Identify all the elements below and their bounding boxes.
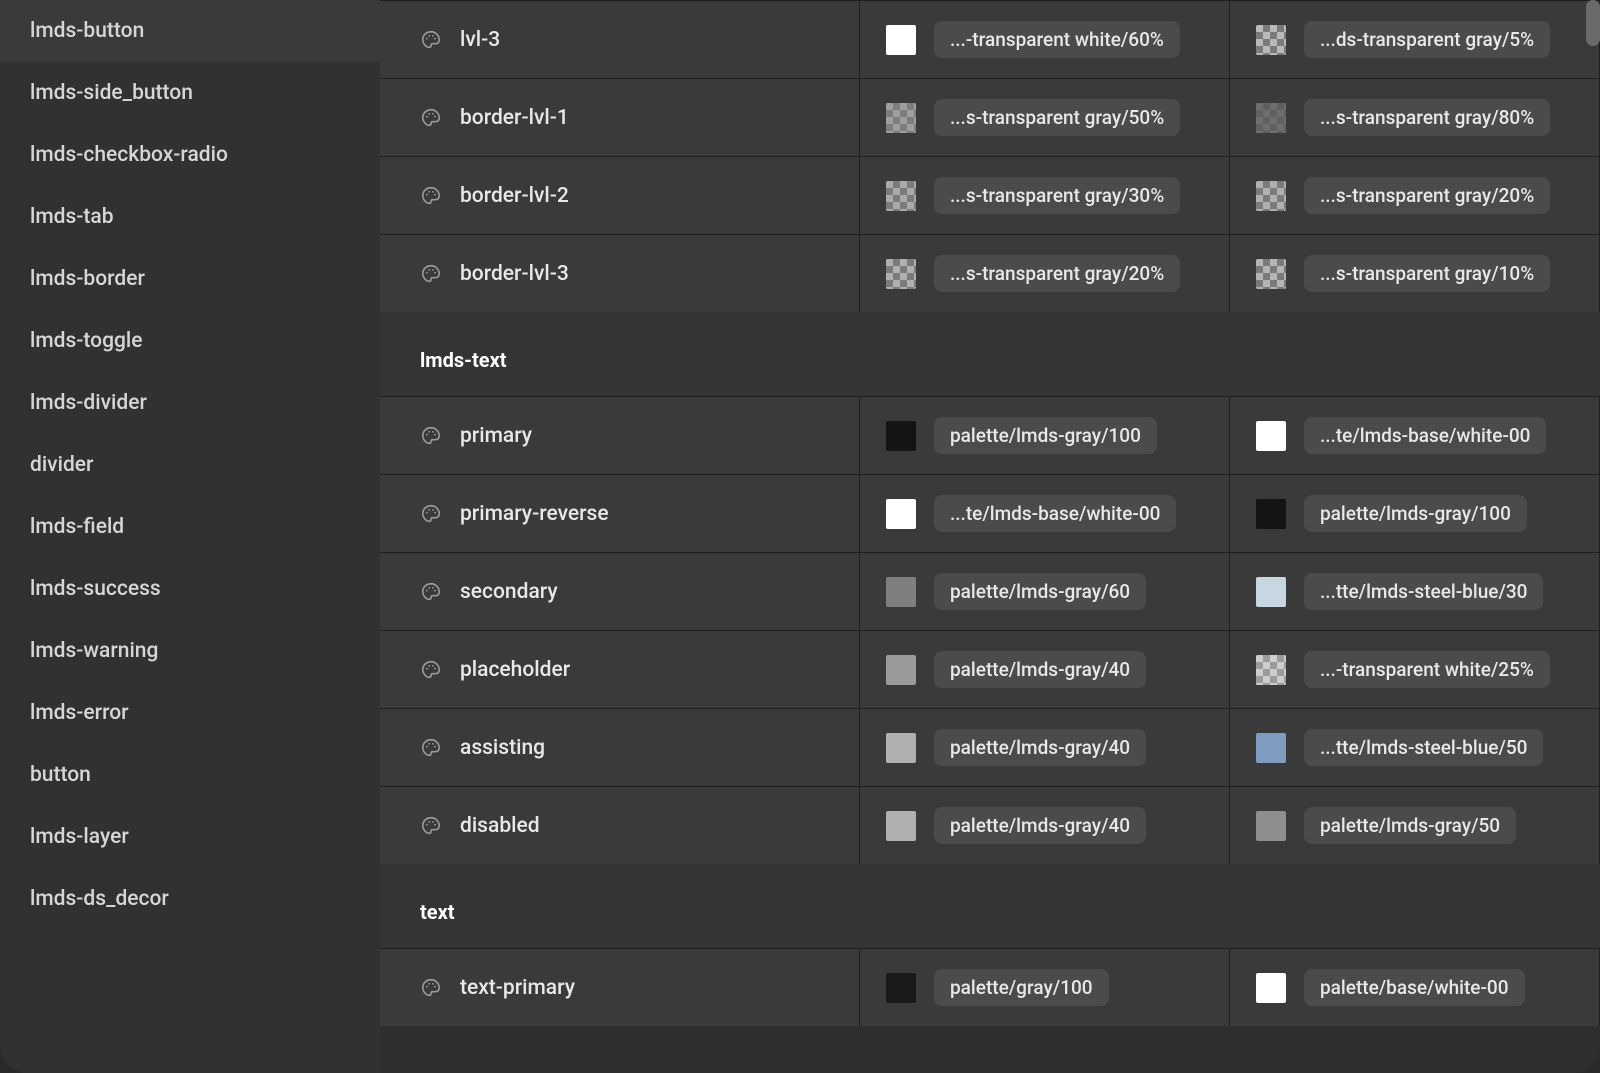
token-name: assisting — [460, 736, 545, 760]
token-name: placeholder — [460, 658, 570, 682]
palette-icon — [420, 263, 442, 285]
color-swatch — [886, 499, 916, 529]
token-row[interactable]: border-lvl-2 ...s-transparent gray/30%...… — [380, 156, 1600, 234]
color-chip[interactable]: palette/lmds-gray/50 — [1304, 807, 1516, 844]
token-row[interactable]: secondary palette/lmds-gray/60 ...tte/lmds… — [380, 552, 1600, 630]
color-chip[interactable]: palette/lmds-gray/40 — [934, 729, 1146, 766]
color-chip[interactable]: ...tte/lmds-steel-blue/50 — [1304, 729, 1543, 766]
color-swatch — [886, 421, 916, 451]
color-swatch — [1256, 577, 1286, 607]
palette-icon — [420, 29, 442, 51]
color-chip[interactable]: palette/lmds-gray/60 — [934, 573, 1146, 610]
palette-icon — [420, 503, 442, 525]
color-swatch — [1256, 733, 1286, 763]
palette-icon — [420, 581, 442, 603]
sidebar-item-lmds-tab[interactable]: lmds-tab — [0, 186, 380, 248]
color-swatch — [1256, 811, 1286, 841]
color-chip[interactable]: ...s-transparent gray/80% — [1304, 99, 1550, 136]
sidebar-item-lmds-success[interactable]: lmds-success — [0, 558, 380, 620]
sidebar-item-lmds-error[interactable]: lmds-error — [0, 682, 380, 744]
color-swatch — [886, 577, 916, 607]
sidebar-item-lmds-layer[interactable]: lmds-layer — [0, 806, 380, 868]
color-swatch — [886, 811, 916, 841]
color-chip[interactable]: palette/lmds-gray/100 — [934, 417, 1157, 454]
color-chip[interactable]: palette/lmds-gray/100 — [1304, 495, 1527, 532]
palette-icon — [420, 185, 442, 207]
token-row[interactable]: text-primary palette/gray/100 palette/base… — [380, 948, 1600, 1026]
color-chip[interactable]: ...s-transparent gray/30% — [934, 177, 1180, 214]
token-row[interactable]: border-lvl-1 ...s-transparent gray/50%...… — [380, 78, 1600, 156]
token-name: disabled — [460, 814, 540, 838]
sidebar-item-lmds-divider[interactable]: lmds-divider — [0, 372, 380, 434]
palette-icon — [420, 977, 442, 999]
color-swatch — [1256, 655, 1286, 685]
token-row[interactable]: placeholder palette/lmds-gray/40 ...-trans… — [380, 630, 1600, 708]
color-swatch — [886, 655, 916, 685]
token-name: primary — [460, 424, 532, 448]
token-name: border-lvl-1 — [460, 106, 569, 130]
palette-icon — [420, 815, 442, 837]
sidebar-item-divider[interactable]: divider — [0, 434, 380, 496]
color-swatch — [886, 733, 916, 763]
color-chip[interactable]: ...s-transparent gray/50% — [934, 99, 1180, 136]
color-chip[interactable]: ...te/lmds-base/white-00 — [934, 495, 1176, 532]
color-swatch — [1256, 259, 1286, 289]
sidebar-item-lmds-toggle[interactable]: lmds-toggle — [0, 310, 380, 372]
color-swatch — [886, 25, 916, 55]
sidebar-item-lmds-border[interactable]: lmds-border — [0, 248, 380, 310]
token-name: secondary — [460, 580, 558, 604]
color-chip[interactable]: ...s-transparent gray/20% — [934, 255, 1180, 292]
sidebar-item-lmds-warning[interactable]: lmds-warning — [0, 620, 380, 682]
main-panel: lvl-3 ...-transparent white/60% ...ds-tran… — [380, 0, 1600, 1073]
color-swatch — [1256, 499, 1286, 529]
palette-icon — [420, 659, 442, 681]
sidebar-item-lmds-side-button[interactable]: lmds-side_button — [0, 62, 380, 124]
color-swatch — [1256, 973, 1286, 1003]
color-swatch — [1256, 181, 1286, 211]
color-swatch — [886, 181, 916, 211]
color-chip[interactable]: ...-transparent white/25% — [1304, 651, 1550, 688]
token-row[interactable]: lvl-3 ...-transparent white/60% ...ds-tran… — [380, 0, 1600, 78]
palette-icon — [420, 425, 442, 447]
color-chip[interactable]: ...s-transparent gray/20% — [1304, 177, 1550, 214]
palette-icon — [420, 737, 442, 759]
token-name: primary-reverse — [460, 502, 609, 526]
color-swatch — [1256, 25, 1286, 55]
token-row[interactable]: primary-reverse ...te/lmds-base/white-00 p… — [380, 474, 1600, 552]
color-chip[interactable]: palette/lmds-gray/40 — [934, 807, 1146, 844]
token-name: border-lvl-3 — [460, 262, 569, 286]
color-swatch — [886, 973, 916, 1003]
token-name: border-lvl-2 — [460, 184, 569, 208]
palette-icon — [420, 107, 442, 129]
scrollbar-thumb[interactable] — [1586, 0, 1600, 46]
color-chip[interactable]: palette/gray/100 — [934, 969, 1109, 1006]
color-chip[interactable]: ...-transparent white/60% — [934, 21, 1180, 58]
sidebar-item-button[interactable]: button — [0, 744, 380, 806]
color-chip[interactable]: ...s-transparent gray/10% — [1304, 255, 1550, 292]
token-row[interactable]: disabled palette/lmds-gray/40 palette/lmds… — [380, 786, 1600, 864]
color-swatch — [1256, 103, 1286, 133]
sidebar: lmds-button lmds-side_button lmds-checkb… — [0, 0, 380, 1073]
sidebar-item-lmds-button[interactable]: lmds-button — [0, 0, 380, 62]
color-swatch — [886, 103, 916, 133]
token-name: lvl-3 — [460, 28, 500, 52]
section-header: text — [380, 864, 1600, 948]
section-header: lmds-text — [380, 312, 1600, 396]
sidebar-item-lmds-ds-decor[interactable]: lmds-ds_decor — [0, 868, 380, 930]
color-chip[interactable]: ...ds-transparent gray/5% — [1304, 21, 1550, 58]
token-row[interactable]: border-lvl-3 ...s-transparent gray/20%...… — [380, 234, 1600, 312]
color-swatch — [886, 259, 916, 289]
sidebar-item-lmds-checkbox-radio[interactable]: lmds-checkbox-radio — [0, 124, 380, 186]
color-chip[interactable]: palette/base/white-00 — [1304, 969, 1525, 1006]
color-swatch — [1256, 421, 1286, 451]
color-chip[interactable]: palette/lmds-gray/40 — [934, 651, 1146, 688]
token-row[interactable]: primary palette/lmds-gray/100 ...te/lmds-b… — [380, 396, 1600, 474]
token-row[interactable]: assisting palette/lmds-gray/40 ...tte/lmds… — [380, 708, 1600, 786]
color-chip[interactable]: ...tte/lmds-steel-blue/30 — [1304, 573, 1543, 610]
color-chip[interactable]: ...te/lmds-base/white-00 — [1304, 417, 1546, 454]
token-name: text-primary — [460, 976, 575, 1000]
sidebar-item-lmds-field[interactable]: lmds-field — [0, 496, 380, 558]
